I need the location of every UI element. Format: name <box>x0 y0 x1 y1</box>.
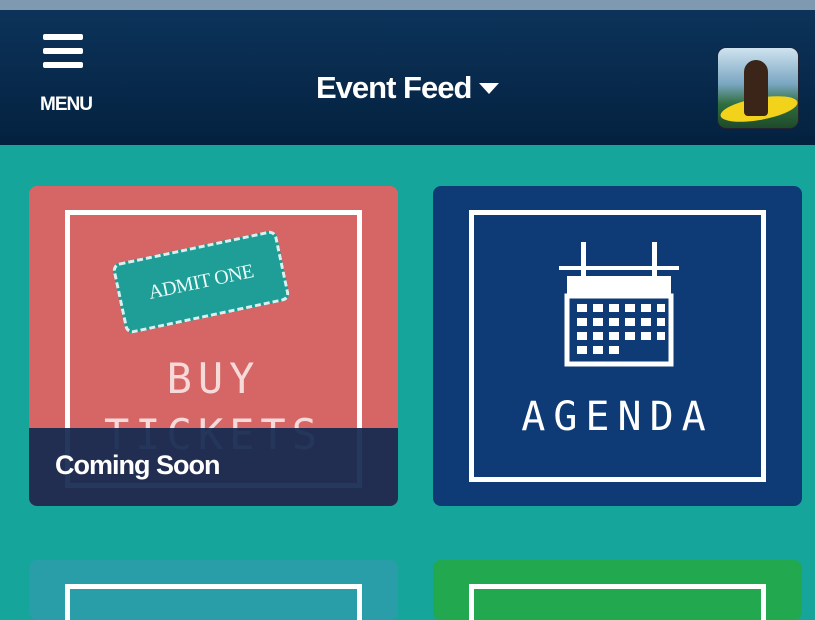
agenda-label: AGENDA <box>521 394 714 440</box>
menu-label: MENU <box>40 94 93 115</box>
agenda-tile[interactable]: AGENDA <box>433 186 802 506</box>
status-strip <box>0 0 815 10</box>
app-header: MENU Event Feed <box>0 10 815 145</box>
page-title: Event Feed <box>316 70 472 105</box>
hamburger-icon-bar <box>43 48 83 54</box>
tile-frame <box>65 584 362 620</box>
ticket-text: ADMIT ONE <box>146 259 256 304</box>
feed-tile-3[interactable] <box>29 560 398 620</box>
menu-button[interactable]: MENU <box>40 34 112 130</box>
feed-tile-4[interactable] <box>433 560 802 620</box>
coming-soon-text: Coming Soon <box>55 450 220 480</box>
hamburger-icon <box>43 34 83 40</box>
avatar[interactable] <box>718 48 798 128</box>
coming-soon-banner: Coming Soon <box>29 428 398 506</box>
avatar-photo-person <box>744 60 768 116</box>
buy-label: BUY <box>166 354 261 403</box>
event-feed-dropdown[interactable]: Event Feed <box>316 70 500 106</box>
buy-tickets-tile[interactable]: ADMIT ONE BUY TICKETS Coming Soon <box>29 186 398 506</box>
calendar-icon <box>559 242 679 367</box>
caret-down-icon <box>479 82 500 94</box>
hamburger-icon-bar <box>43 62 83 68</box>
tile-frame <box>469 584 766 620</box>
